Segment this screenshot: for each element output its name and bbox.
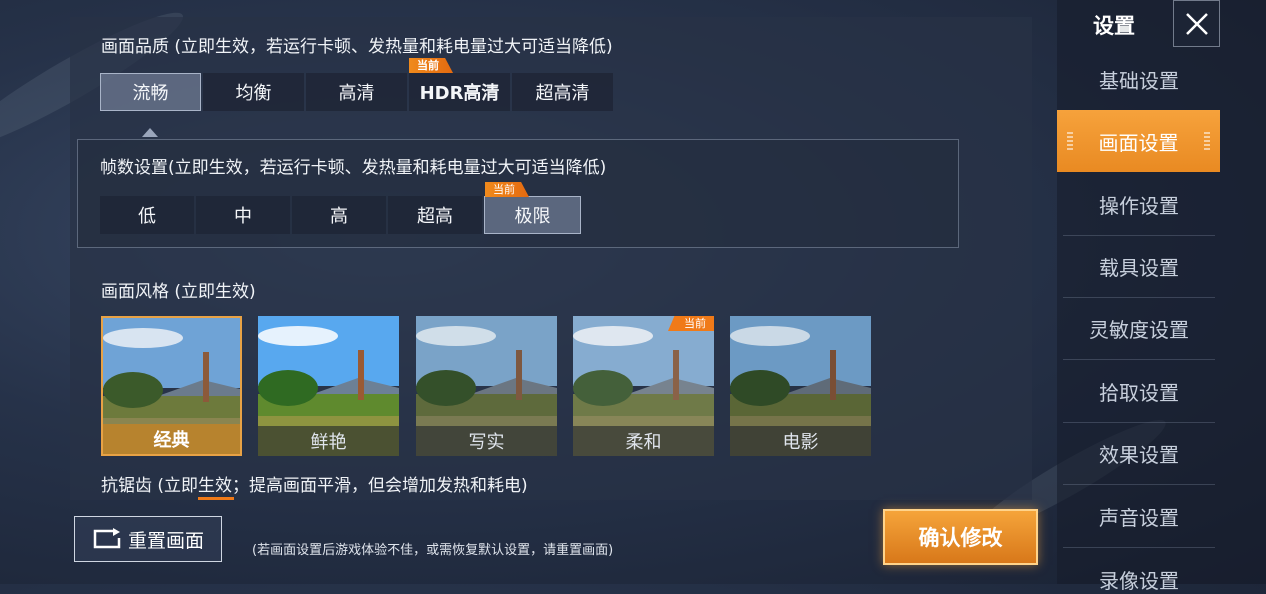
antialias-current-tag-edge [198, 497, 234, 500]
style-option-realistic[interactable]: 写实 [416, 316, 557, 456]
quality-options: 流畅 均衡 高清 当前 HDR高清 超高清 [100, 58, 613, 111]
current-tag: 当前 [668, 316, 714, 331]
style-label: 电影 [730, 426, 871, 456]
sidebar-item-recording[interactable]: 录像设置 [1063, 547, 1215, 593]
fps-options: 低 中 高 超高 当前 极限 [100, 182, 581, 234]
quality-option-hd[interactable]: 高清 [306, 73, 407, 111]
style-option-vivid[interactable]: 鲜艳 [258, 316, 399, 456]
style-option-cinema[interactable]: 电影 [730, 316, 871, 456]
style-label: 经典 [103, 424, 240, 454]
style-label: 柔和 [573, 426, 714, 456]
fps-title: 帧数设置(立即生效，若运行卡顿、发热量和耗电量过大可适当降低) [100, 158, 607, 178]
sidebar-item-effects[interactable]: 效果设置 [1063, 422, 1215, 485]
reset-button-label: 重置画面 [127, 529, 204, 552]
style-option-classic[interactable]: 经典 [101, 316, 242, 456]
sidebar-item-controls[interactable]: 操作设置 [1063, 173, 1215, 236]
sidebar-item-label: 画面设置 [1098, 130, 1179, 155]
sidebar-item-basic[interactable]: 基础设置 [1063, 48, 1215, 111]
quality-option-ultra[interactable]: 超高清 [512, 73, 613, 111]
fps-option-ultra[interactable]: 超高 [388, 196, 482, 234]
grip-right [1204, 132, 1210, 152]
current-tag: 当前 [409, 58, 453, 73]
antialias-title: 抗锯齿 (立即生效；提高画面平滑，但会增加发热和耗电) [101, 476, 528, 496]
quality-option-hdr-label: HDR高清 [419, 83, 500, 104]
sidebar-title: 设置 [1093, 14, 1135, 38]
fps-section: 帧数设置(立即生效，若运行卡顿、发热量和耗电量过大可适当降低) 低 中 高 超高… [77, 139, 959, 248]
grip-left [1067, 132, 1073, 152]
sidebar-item-sound[interactable]: 声音设置 [1063, 485, 1215, 548]
quality-option-balanced[interactable]: 均衡 [203, 73, 304, 111]
quality-title: 画面品质 (立即生效，若运行卡顿、发热量和耗电量过大可适当降低) [101, 37, 613, 57]
fps-option-low[interactable]: 低 [100, 196, 194, 234]
style-option-soft[interactable]: 当前 柔和 [573, 316, 714, 456]
sidebar-item-graphics[interactable]: 画面设置 [1057, 110, 1220, 172]
style-label: 写实 [416, 426, 557, 456]
confirm-button[interactable]: 确认修改 [883, 509, 1038, 565]
selection-caret [142, 128, 158, 137]
sidebar-item-pickup[interactable]: 拾取设置 [1063, 360, 1215, 423]
fps-option-high[interactable]: 高 [292, 196, 386, 234]
style-title: 画面风格 (立即生效) [101, 282, 256, 302]
reset-icon [93, 528, 121, 549]
quality-option-hdr[interactable]: 当前 HDR高清 [409, 58, 510, 111]
sidebar-item-vehicle[interactable]: 载具设置 [1063, 235, 1215, 298]
quality-option-smooth[interactable]: 流畅 [100, 73, 201, 111]
close-button[interactable] [1173, 0, 1220, 47]
style-label: 鲜艳 [258, 426, 399, 456]
reset-button[interactable]: 重置画面 [74, 516, 222, 562]
fps-option-extreme[interactable]: 当前 极限 [484, 182, 581, 234]
fps-option-medium[interactable]: 中 [196, 196, 290, 234]
current-tag: 当前 [485, 182, 529, 197]
fps-option-extreme-label: 极限 [514, 206, 551, 227]
close-icon [1185, 12, 1208, 35]
reset-hint: (若画面设置后游戏体验不佳，或需恢复默认设置，请重置画面) [252, 543, 614, 558]
sidebar-item-sensitivity[interactable]: 灵敏度设置 [1063, 297, 1215, 360]
